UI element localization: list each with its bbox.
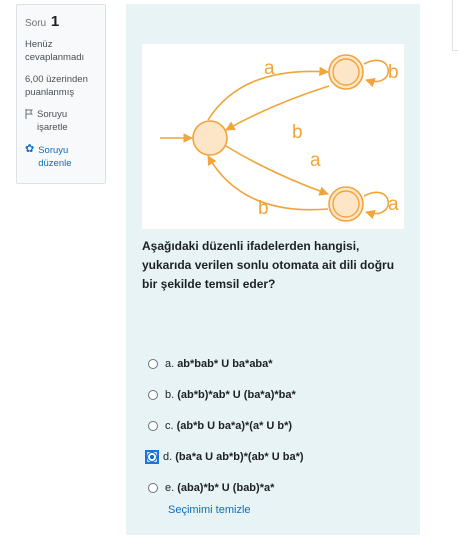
radio-b[interactable]: [148, 390, 158, 400]
question-label: Soru: [25, 18, 47, 29]
flag-line-1: Soruyu: [37, 109, 68, 120]
label-mid-a: a: [310, 150, 321, 171]
answer-option-a[interactable]: a. ab*bab* U ba*aba*: [148, 356, 408, 372]
radio-c[interactable]: [148, 421, 158, 431]
radio-d[interactable]: [147, 452, 157, 462]
state-accept-top: [328, 54, 364, 90]
question-text: Aşağıdaki düzenli ifadelerden hangisi, y…: [142, 239, 395, 291]
points-line-2: puanlanmış: [25, 87, 75, 98]
points-line-1: 6,00 üzerinden: [25, 74, 88, 85]
flag-question-button[interactable]: Soruyu işaretle: [25, 108, 97, 134]
answer-option-e[interactable]: e. (aba)*b* U (bab)*a*: [148, 480, 408, 496]
answer-text: (ba*a U ab*b)*(ab* U ba*): [175, 451, 304, 463]
answer-option-b[interactable]: b. (ab*b)*ab* U (ba*a)*ba*: [148, 387, 408, 403]
label-bottom-b: b: [258, 198, 269, 219]
answer-letter: b.: [165, 389, 175, 401]
answer-text: (ab*b)*ab* U (ba*a)*ba*: [177, 389, 296, 401]
state-accept-bottom: [328, 186, 364, 222]
question-number: Soru 1: [25, 13, 97, 30]
status-line-1: Henüz: [25, 39, 53, 50]
question-info-card: Soru 1 Henüz cevaplanmadı 6,00 üzerinden…: [16, 4, 106, 184]
loop-top-b: [363, 59, 390, 88]
status-line-2: cevaplanmadı: [25, 52, 85, 63]
gear-icon: ✿: [25, 143, 35, 155]
label-loop-top-b: b: [388, 62, 399, 83]
state-start: [192, 120, 228, 156]
radio-a[interactable]: [148, 359, 158, 369]
answer-option-c[interactable]: c. (ab*b U ba*a)*(a* U b*): [148, 418, 408, 434]
loop-bottom-a: [363, 191, 390, 220]
answer-letter: c.: [165, 420, 174, 432]
answer-text: (aba)*b* U (bab)*a*: [177, 482, 275, 494]
question-grade: 6,00 üzerinden puanlanmış: [25, 73, 97, 99]
clear-choice-link[interactable]: Seçimimi temizle: [168, 504, 251, 516]
answer-text: (ab*b U ba*a)*(a* U b*): [176, 420, 293, 432]
edit-question-link[interactable]: ✿ Soruyu düzenle: [25, 143, 97, 170]
answer-list: a. ab*bab* U ba*aba* b. (ab*b)*ab* U (ba…: [145, 356, 408, 511]
answer-letter: a.: [165, 358, 175, 370]
question-status: Henüz cevaplanmadı: [25, 38, 97, 64]
flag-line-2: işaretle: [37, 122, 68, 133]
answer-text: ab*bab* U ba*aba*: [177, 358, 273, 370]
edge-top-to-start-b: [225, 85, 330, 131]
right-edge-panel: [452, 0, 458, 51]
edit-line-2: düzenle: [38, 158, 72, 169]
label-mid-b: b: [292, 122, 303, 143]
answer-letter: d.: [163, 451, 173, 463]
automaton-diagram: a b a b b a: [142, 44, 404, 229]
automaton-svg: a b a b b a: [160, 54, 399, 222]
question-number-value: 1: [50, 13, 60, 30]
answer-letter: e.: [165, 482, 175, 494]
answer-option-d[interactable]: d. (ba*a U ab*b)*(ab* U ba*): [145, 449, 408, 465]
label-top-a: a: [264, 58, 275, 79]
flag-icon: [25, 109, 33, 119]
radio-e[interactable]: [148, 483, 158, 493]
label-loop-bottom-a: a: [388, 194, 399, 215]
question-content-card: a b a b b a Aşağıdaki düzenli ifadelerde…: [126, 4, 420, 535]
edit-line-1: Soruyu: [38, 145, 69, 156]
radio-focus-ring: [145, 450, 159, 464]
